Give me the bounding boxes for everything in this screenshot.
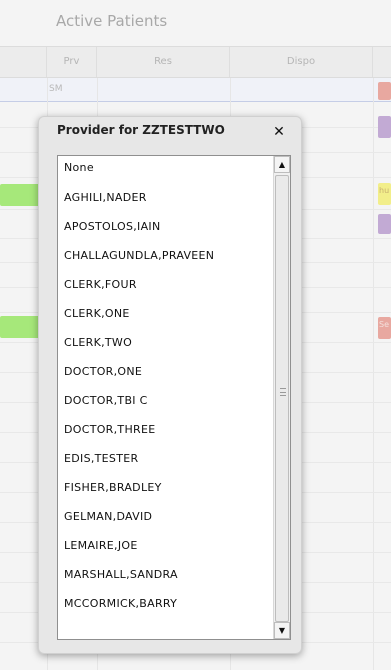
status-badge[interactable] — [0, 184, 40, 206]
provider-option[interactable]: MCCORMICK,BARRY — [58, 589, 273, 618]
provider-option[interactable]: DOCTOR,ONE — [58, 357, 273, 386]
provider-option[interactable]: CLERK,TWO — [58, 328, 273, 357]
table-row[interactable]: SM — [0, 78, 391, 102]
scroll-down-button[interactable]: ▼ — [274, 622, 290, 639]
provider-option[interactable]: GELMAN,DAVID — [58, 502, 273, 531]
page-title: Active Patients — [56, 12, 168, 30]
provider-option[interactable]: DOCTOR,THREE — [58, 415, 273, 444]
provider-cell[interactable]: SM — [49, 78, 62, 100]
provider-popup: Provider for ZZTESTTWO ✕ None AGHILI,NADE… — [38, 116, 302, 654]
column-header-resident[interactable]: Res — [97, 47, 230, 77]
column-header-dispo[interactable]: Dispo — [230, 47, 373, 77]
provider-option[interactable]: DOCTOR,TBI C — [58, 386, 273, 415]
grid-header: Prv Res Dispo — [0, 46, 391, 78]
status-badge[interactable] — [378, 214, 391, 234]
column-header-prev[interactable] — [0, 47, 47, 77]
provider-listbox[interactable]: None AGHILI,NADER APOSTOLOS,IAIN CHALLAGUND… — [57, 155, 291, 640]
column-header-provider[interactable]: Prv — [47, 47, 97, 77]
provider-option[interactable]: APOSTOLOS,IAIN — [58, 212, 273, 241]
provider-list: None AGHILI,NADER APOSTOLOS,IAIN CHALLAGUND… — [58, 156, 273, 618]
provider-option[interactable]: MARSHALL,SANDRA — [58, 560, 273, 589]
scrollbar[interactable]: ▲ ▼ — [273, 156, 290, 639]
status-badge[interactable]: hu — [378, 183, 391, 205]
provider-option[interactable]: FISHER,BRADLEY — [58, 473, 273, 502]
status-badge[interactable] — [0, 316, 40, 338]
status-badge[interactable] — [378, 116, 391, 138]
provider-option[interactable]: CHALLAGUNDLA,PRAVEEN — [58, 241, 273, 270]
provider-option[interactable]: AGHILI,NADER — [58, 183, 273, 212]
provider-option[interactable]: None — [58, 156, 273, 183]
provider-option[interactable]: LEMAIRE,JOE — [58, 531, 273, 560]
popup-title: Provider for ZZTESTTWO — [57, 123, 225, 137]
provider-option[interactable]: CLERK,ONE — [58, 299, 273, 328]
provider-option[interactable]: CLERK,FOUR — [58, 270, 273, 299]
status-badge[interactable] — [378, 82, 391, 100]
provider-option[interactable]: EDIS,TESTER — [58, 444, 273, 473]
status-badge[interactable]: Se — [378, 317, 391, 339]
close-icon[interactable]: ✕ — [271, 123, 287, 141]
scroll-thumb[interactable] — [275, 175, 289, 622]
grip-icon — [280, 388, 286, 396]
scroll-up-button[interactable]: ▲ — [274, 156, 290, 173]
